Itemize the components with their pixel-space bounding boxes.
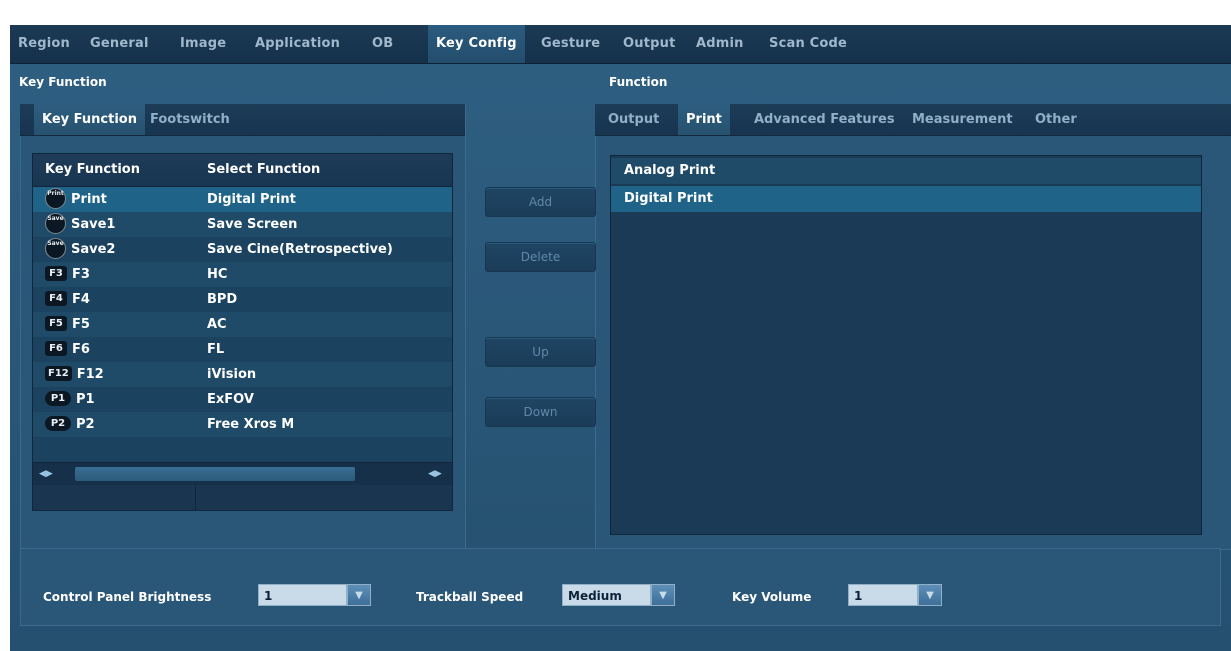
table-row[interactable]: F12 F12 iVision [33, 362, 452, 387]
tab-scan-code[interactable]: Scan Code [769, 25, 847, 63]
assigned-function: HC [207, 267, 228, 282]
settings-window: Region General Image Application OB Key … [10, 25, 1231, 651]
tab-advanced-features[interactable]: Advanced Features [754, 104, 895, 135]
list-item[interactable]: Analog Print [611, 158, 1201, 184]
key-volume-value: 1 [848, 584, 918, 606]
assigned-function: Save Cine(Retrospective) [207, 242, 393, 257]
scroll-left-right-icon[interactable]: ◀▶ [428, 463, 442, 481]
function-label: Analog Print [624, 163, 716, 178]
function-section-title: Function [609, 75, 668, 89]
trackball-speed-select[interactable]: Medium ▼ [562, 584, 675, 606]
key-volume-select[interactable]: 1 ▼ [848, 584, 942, 606]
tab-key-config[interactable]: Key Config [428, 25, 525, 63]
table-row[interactable]: F6 F6 FL [33, 337, 452, 362]
key-name: F6 [72, 342, 90, 357]
key-function-table: Key Function Select Function Print Print … [32, 153, 453, 511]
table-row[interactable]: F5 F5 AC [33, 312, 452, 337]
tab-gesture[interactable]: Gesture [541, 25, 600, 63]
tab-output[interactable]: Output [623, 25, 676, 63]
print-key-icon: Print [45, 188, 66, 209]
trackball-speed-label: Trackball Speed [416, 590, 524, 604]
key-name: F12 [76, 367, 104, 382]
column-header-select-function[interactable]: Select Function [207, 154, 320, 186]
tab-output-functions[interactable]: Output [608, 104, 659, 135]
function-list: Analog Print Digital Print [610, 155, 1202, 535]
table-row-empty [33, 437, 452, 462]
table-row[interactable]: P1 P1 ExFOV [33, 387, 452, 412]
tab-ob[interactable]: OB [372, 25, 393, 63]
key-function-tabs: Key Function Footswitch [20, 104, 465, 136]
tab-general[interactable]: General [90, 25, 149, 63]
tab-image[interactable]: Image [180, 25, 226, 63]
table-row[interactable]: Save Save1 Save Screen [33, 212, 452, 237]
assigned-function: Save Screen [207, 217, 298, 232]
chevron-down-icon[interactable]: ▼ [347, 584, 371, 606]
table-row[interactable]: F3 F3 HC [33, 262, 452, 287]
function-tabs: Output Print Advanced Features Measureme… [595, 104, 1231, 136]
key-volume-label: Key Volume [732, 590, 812, 604]
table-row[interactable]: Save Save2 Save Cine(Retrospective) [33, 237, 452, 262]
tab-measurement[interactable]: Measurement [912, 104, 1013, 135]
tab-print-functions[interactable]: Print [678, 104, 730, 135]
chevron-down-icon[interactable]: ▼ [918, 584, 942, 606]
list-item[interactable]: Digital Print [611, 186, 1201, 212]
assigned-function: AC [207, 317, 227, 332]
table-row[interactable]: F4 F4 BPD [33, 287, 452, 312]
f3-key-icon: F3 [45, 266, 67, 281]
key-name: Save1 [71, 217, 116, 232]
scroll-left-right-icon[interactable]: ◀▶ [39, 463, 53, 481]
brightness-label: Control Panel Brightness [43, 590, 212, 604]
tab-key-function[interactable]: Key Function [34, 104, 145, 135]
scrollbar-thumb[interactable] [75, 467, 355, 481]
brightness-select[interactable]: 1 ▼ [258, 584, 371, 606]
control-settings-bar: Control Panel Brightness 1 ▼ Trackball S… [20, 548, 1221, 626]
key-name: P2 [76, 417, 95, 432]
key-function-section-title: Key Function [19, 75, 107, 89]
function-label: Digital Print [624, 191, 713, 206]
chevron-down-icon[interactable]: ▼ [651, 584, 675, 606]
key-name: F5 [72, 317, 90, 332]
tab-admin[interactable]: Admin [696, 25, 744, 63]
column-header-key-function[interactable]: Key Function [45, 154, 140, 186]
f5-key-icon: F5 [45, 316, 67, 331]
trackball-speed-value: Medium [562, 584, 651, 606]
table-header: Key Function Select Function [33, 154, 452, 187]
down-button[interactable]: Down [485, 397, 596, 427]
f12-key-icon: F12 [45, 366, 72, 381]
tab-region[interactable]: Region [18, 25, 70, 63]
assigned-function: Digital Print [207, 192, 296, 207]
f4-key-icon: F4 [45, 291, 67, 306]
tab-footswitch[interactable]: Footswitch [150, 104, 230, 135]
top-menu-bar: Region General Image Application OB Key … [10, 25, 1231, 64]
tab-application[interactable]: Application [255, 25, 340, 63]
key-name: Save2 [71, 242, 116, 257]
delete-button[interactable]: Delete [485, 242, 596, 272]
assigned-function: BPD [207, 292, 238, 307]
save-key-icon: Save [45, 238, 66, 259]
p2-key-icon: P2 [45, 416, 71, 431]
key-name: Print [71, 192, 107, 207]
assigned-function: FL [207, 342, 225, 357]
assigned-function: ExFOV [207, 392, 254, 407]
table-row[interactable]: Print Print Digital Print [33, 187, 452, 212]
assigned-function: iVision [207, 367, 257, 382]
brightness-value: 1 [258, 584, 347, 606]
assigned-function: Free Xros M [207, 417, 295, 432]
save-key-icon: Save [45, 213, 66, 234]
table-row[interactable]: P2 P2 Free Xros M [33, 412, 452, 437]
add-button[interactable]: Add [485, 187, 596, 217]
horizontal-scrollbar[interactable]: ◀▶ ◀▶ [33, 462, 452, 485]
p1-key-icon: P1 [45, 391, 71, 406]
tab-other[interactable]: Other [1035, 104, 1077, 135]
key-name: F3 [72, 267, 90, 282]
up-button[interactable]: Up [485, 337, 596, 367]
key-name: P1 [76, 392, 95, 407]
f6-key-icon: F6 [45, 341, 67, 356]
key-name: F4 [72, 292, 90, 307]
